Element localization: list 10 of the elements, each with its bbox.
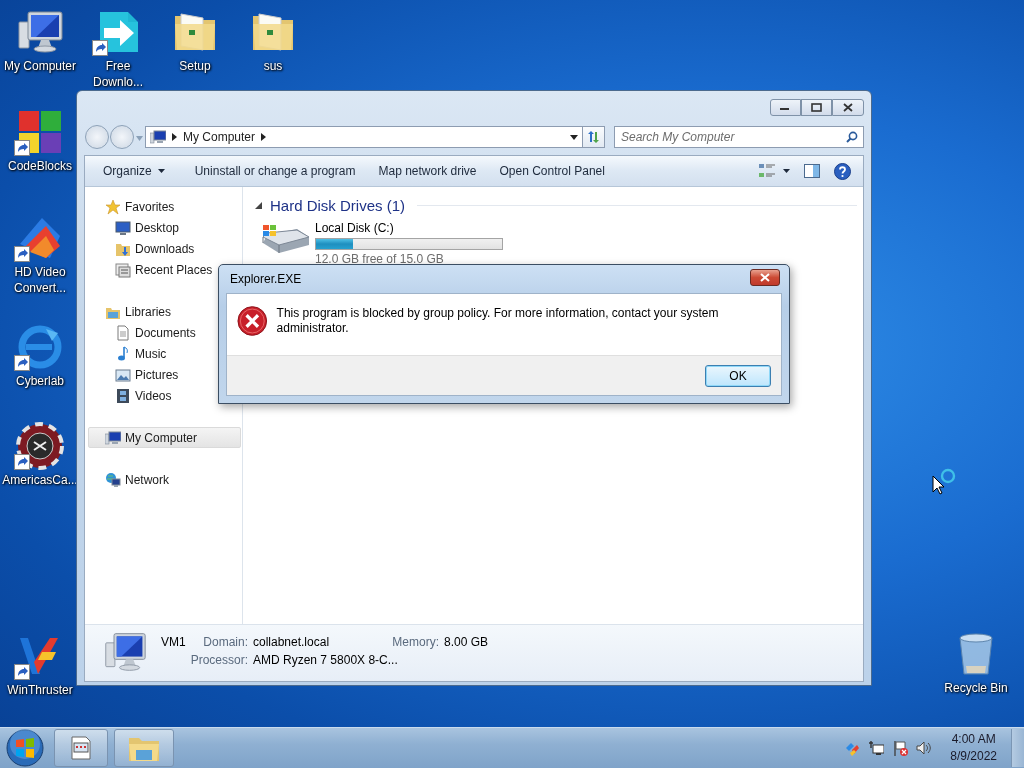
dialog-message: This program is blocked by group policy. For more information, contact your system administrator.: [276, 305, 720, 337]
field-label: Memory:: [391, 635, 440, 651]
field-value: collabnet.local: [253, 635, 331, 651]
field-label: Processor:: [189, 653, 249, 669]
computer-name: VM1: [161, 635, 187, 651]
field-value: AMD Ryzen 7 5800X 8-C...: [253, 653, 399, 669]
field-label: Domain:: [202, 635, 249, 651]
free-space-text: 12.0 GB free of 15.0 GB: [315, 252, 445, 266]
field-value: 8.00 GB: [444, 635, 490, 651]
dialog-title: Explorer.EXE: [229, 272, 302, 286]
